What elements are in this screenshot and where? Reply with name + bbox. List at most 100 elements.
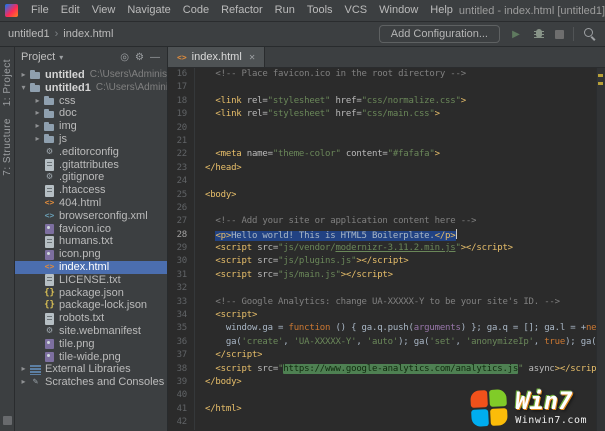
tool-strip-structure-tab[interactable]: 7: Structure (2, 118, 13, 176)
tool-windows-icon[interactable] (3, 416, 12, 425)
tree-item-scratches-and-consoles[interactable]: ▸✎Scratches and Consoles (15, 376, 167, 389)
chevron-right-icon[interactable]: ▸ (18, 376, 29, 389)
chevron-right-icon[interactable]: ▸ (18, 69, 29, 82)
code-line-20[interactable]: 20 (168, 122, 605, 135)
tree-item-icon.png[interactable]: icon.png (15, 248, 167, 261)
code-line-27[interactable]: 27 <!-- Add your site or application con… (168, 215, 605, 228)
tree-item-humans.txt[interactable]: humans.txt (15, 235, 167, 248)
menu-item-vcs[interactable]: VCS (339, 0, 374, 21)
code-text (195, 81, 205, 94)
code-editor[interactable]: 16 <!-- Place favicon.ico in the root di… (168, 68, 605, 431)
chevron-right-icon[interactable]: ▸ (32, 107, 43, 120)
menu-item-code[interactable]: Code (177, 0, 215, 21)
tree-item-img[interactable]: ▸img (15, 120, 167, 133)
tab-index-html[interactable]: <> index.html ✕ (168, 47, 265, 67)
tree-item-.gitattributes[interactable]: .gitattributes (15, 159, 167, 172)
tool-strip-project-tab[interactable]: 1: Project (2, 59, 13, 106)
tree-item-css[interactable]: ▸css (15, 95, 167, 108)
stop-icon[interactable] (555, 30, 564, 39)
folder-icon (43, 108, 56, 120)
code-line-24[interactable]: 24 (168, 175, 605, 188)
search-icon[interactable] (583, 27, 597, 41)
tree-item-.htaccess[interactable]: .htaccess (15, 184, 167, 197)
code-line-21[interactable]: 21 (168, 135, 605, 148)
chevron-right-icon: › (55, 28, 59, 40)
menu-item-edit[interactable]: Edit (55, 0, 86, 21)
tree-item-404.html[interactable]: <>404.html (15, 197, 167, 210)
code-line-26[interactable]: 26 (168, 202, 605, 215)
run-icon[interactable]: ▶ (509, 27, 523, 41)
code-line-16[interactable]: 16 <!-- Place favicon.ico in the root di… (168, 68, 605, 81)
menu-item-file[interactable]: File (25, 0, 55, 21)
tree-item-tile.png[interactable]: tile.png (15, 338, 167, 351)
project-panel-title[interactable]: Project (21, 51, 55, 63)
tree-item-index.html[interactable]: <>index.html (15, 261, 167, 274)
code-line-37[interactable]: 37 </script> (168, 349, 605, 362)
menu-item-refactor[interactable]: Refactor (215, 0, 269, 21)
tree-item-tile-wide.png[interactable]: tile-wide.png (15, 351, 167, 364)
code-line-17[interactable]: 17 (168, 81, 605, 94)
chevron-down-icon[interactable]: ▾ (59, 53, 63, 62)
debug-bug-icon[interactable] (532, 27, 546, 41)
warning-mark[interactable] (598, 82, 603, 85)
code-line-19[interactable]: 19 <link rel="stylesheet" href="css/main… (168, 108, 605, 121)
tree-item-doc[interactable]: ▸doc (15, 107, 167, 120)
code-line-33[interactable]: 33 <!-- Google Analytics: change UA-XXXX… (168, 296, 605, 309)
code-line-34[interactable]: 34 <script> (168, 309, 605, 322)
locate-file-icon[interactable]: ◎ (119, 52, 130, 63)
tab-label: index.html (192, 51, 242, 63)
tree-item-.editorconfig[interactable]: ⚙.editorconfig (15, 146, 167, 159)
code-line-36[interactable]: 36 ga('create', 'UA-XXXXX-Y', 'auto'); g… (168, 336, 605, 349)
code-line-18[interactable]: 18 <link rel="stylesheet" href="css/norm… (168, 95, 605, 108)
code-line-23[interactable]: 23</head> (168, 162, 605, 175)
menu-item-tools[interactable]: Tools (301, 0, 339, 21)
navigation-bar: untitled1 › index.html Add Configuration… (0, 22, 605, 47)
tree-item-license.txt[interactable]: LICENSE.txt (15, 274, 167, 287)
code-line-35[interactable]: 35 window.ga = function () { ga.q.push(a… (168, 322, 605, 335)
settings-gear-icon[interactable]: ⚙ (134, 52, 145, 63)
code-line-29[interactable]: 29 <script src="js/vendor/modernizr-3.11… (168, 242, 605, 255)
code-text: </head> (195, 162, 242, 175)
tree-item-js[interactable]: ▸js (15, 133, 167, 146)
tree-item-favicon.ico[interactable]: favicon.ico (15, 223, 167, 236)
chevron-right-icon[interactable]: ▸ (32, 133, 43, 146)
image-icon (43, 223, 56, 235)
tab-close-icon[interactable]: ✕ (249, 53, 256, 62)
breadcrumb-project[interactable]: untitled1 (8, 28, 50, 40)
tree-item-external-libraries[interactable]: ▸External Libraries (15, 363, 167, 376)
tree-item-untitled[interactable]: ▸untitledC:\Users\Administrato (15, 69, 167, 82)
code-line-31[interactable]: 31 <script src="js/main.js"></script> (168, 269, 605, 282)
menu-item-navigate[interactable]: Navigate (121, 0, 176, 21)
tree-item-package.json[interactable]: {}package.json (15, 287, 167, 300)
tree-item-package-lock.json[interactable]: {}package-lock.json (15, 299, 167, 312)
chevron-right-icon[interactable]: ▸ (32, 120, 43, 133)
tree-item-robots.txt[interactable]: robots.txt (15, 312, 167, 325)
chevron-right-icon[interactable]: ▸ (18, 363, 29, 376)
menu-item-view[interactable]: View (86, 0, 122, 21)
breadcrumb-file[interactable]: index.html (63, 28, 113, 40)
line-number: 20 (168, 122, 195, 135)
code-line-25[interactable]: 25<body> (168, 189, 605, 202)
code-text: <script src="https://www.google-analytic… (195, 363, 605, 376)
tree-item-browserconfig.xml[interactable]: <>browserconfig.xml (15, 210, 167, 223)
code-line-28[interactable]: 28 <p>Hello world! This is HTML5 Boilerp… (168, 229, 605, 242)
tree-item-untitled1[interactable]: ▾untitled1C:\Users\Administrat (15, 82, 167, 95)
warning-mark[interactable] (598, 74, 603, 77)
hide-panel-icon[interactable]: — (149, 52, 161, 63)
code-line-38[interactable]: 38 <script src="https://www.google-analy… (168, 363, 605, 376)
menu-item-run[interactable]: Run (269, 0, 301, 21)
add-configuration-button[interactable]: Add Configuration... (379, 25, 500, 43)
tree-item-.gitignore[interactable]: ⚙.gitignore (15, 171, 167, 184)
code-line-32[interactable]: 32 (168, 282, 605, 295)
menu-item-window[interactable]: Window (373, 0, 424, 21)
chevron-down-icon[interactable]: ▾ (18, 82, 29, 95)
tree-item-label: robots.txt (59, 312, 104, 325)
code-line-22[interactable]: 22 <meta name="theme-color" content="#fa… (168, 148, 605, 161)
code-line-30[interactable]: 30 <script src="js/plugins.js"></script> (168, 255, 605, 268)
tree-item-site.webmanifest[interactable]: ⚙site.webmanifest (15, 325, 167, 338)
menu-bar: FileEditViewNavigateCodeRefactorRunTools… (25, 0, 459, 21)
error-stripe[interactable] (596, 68, 605, 431)
chevron-right-icon[interactable]: ▸ (32, 95, 43, 108)
line-number: 23 (168, 162, 195, 175)
menu-item-help[interactable]: Help (424, 0, 459, 21)
